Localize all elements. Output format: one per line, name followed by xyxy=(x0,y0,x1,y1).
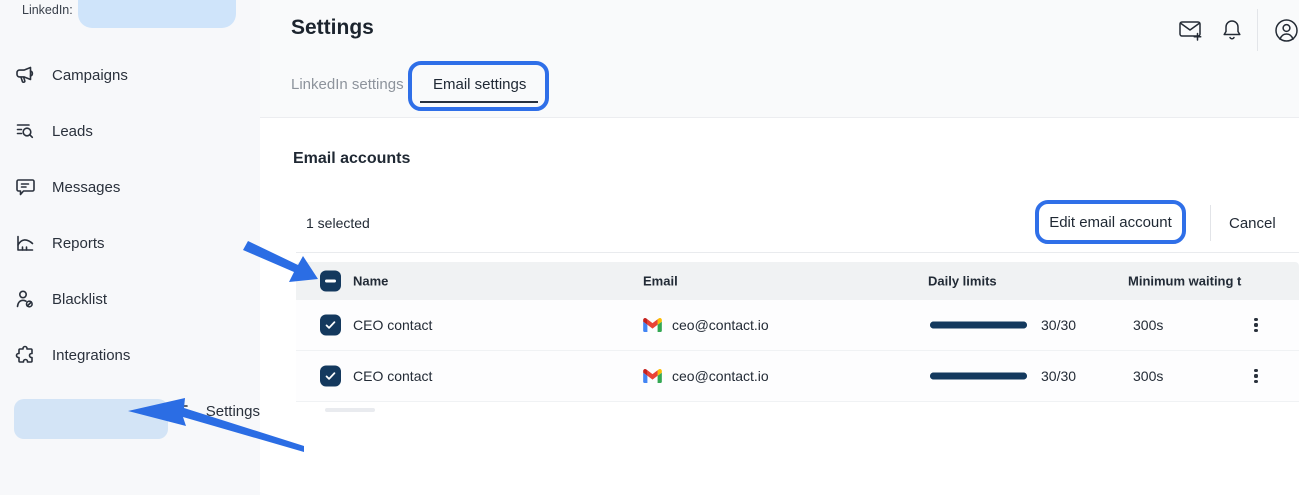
sidebar-item-label: Messages xyxy=(52,179,120,196)
sidebar-item-settings[interactable]: Settings xyxy=(0,383,260,439)
active-tab-underline xyxy=(420,101,538,103)
selected-count: 1 selected xyxy=(306,215,370,231)
column-header-daily-limits[interactable]: Daily limits xyxy=(928,274,997,289)
megaphone-icon xyxy=(14,64,36,86)
sidebar-item-label: Settings xyxy=(206,403,260,420)
column-header-min-waiting[interactable]: Minimum waiting t xyxy=(1128,274,1241,289)
workspace-pill[interactable] xyxy=(78,0,236,28)
daily-limit-value: 30/30 xyxy=(1041,368,1076,384)
sidebar-nav: Campaigns Leads xyxy=(0,47,260,439)
table-row[interactable]: CEO contact ceo@contact.io 30/30 300s xyxy=(296,351,1299,402)
sidebar-item-blacklist[interactable]: Blacklist xyxy=(0,271,260,327)
row-menu-kebab-icon[interactable] xyxy=(1245,365,1267,387)
sidebar-item-label: Leads xyxy=(52,123,93,140)
toolbar-bottom-divider xyxy=(296,252,1299,253)
min-waiting-value: 300s xyxy=(1133,368,1163,384)
linkedin-label: LinkedIn: xyxy=(22,3,73,17)
new-email-icon[interactable] xyxy=(1178,19,1204,43)
column-header-email[interactable]: Email xyxy=(643,274,678,289)
header-divider xyxy=(1257,9,1258,51)
main-header-band xyxy=(260,0,1299,118)
sidebar: LinkedIn: Campaigns xyxy=(0,0,260,495)
edit-email-account-button[interactable]: Edit email account xyxy=(1039,204,1182,240)
search-list-icon xyxy=(14,120,36,142)
progress-fill xyxy=(930,373,1027,380)
chart-icon xyxy=(14,232,36,254)
sidebar-item-messages[interactable]: Messages xyxy=(0,159,260,215)
column-header-name[interactable]: Name xyxy=(353,274,388,289)
sidebar-item-label: Blacklist xyxy=(52,291,107,308)
sidebar-item-label: Integrations xyxy=(52,347,130,364)
sidebar-item-label: Reports xyxy=(52,235,105,252)
account-icon[interactable] xyxy=(1274,18,1299,43)
cancel-button[interactable]: Cancel xyxy=(1229,215,1276,232)
gmail-icon xyxy=(643,318,662,332)
daily-limit-value: 30/30 xyxy=(1041,317,1076,333)
account-name: CEO contact xyxy=(353,368,432,384)
sidebar-item-label: Campaigns xyxy=(52,67,128,84)
row-menu-kebab-icon[interactable] xyxy=(1245,314,1267,336)
sidebar-item-reports[interactable]: Reports xyxy=(0,215,260,271)
account-email: ceo@contact.io xyxy=(672,368,769,384)
section-title: Email accounts xyxy=(293,150,410,168)
check-icon xyxy=(324,319,337,332)
table-header-row: Name Email Daily limits Minimum waiting … xyxy=(296,262,1299,300)
sidebar-item-integrations[interactable]: Integrations xyxy=(0,327,260,383)
daily-limit-progressbar xyxy=(930,373,1027,380)
toolbar-vertical-divider xyxy=(1210,205,1211,241)
account-name: CEO contact xyxy=(353,317,432,333)
gmail-icon xyxy=(643,369,662,383)
tab-linkedin-settings[interactable]: LinkedIn settings xyxy=(291,76,404,93)
email-accounts-table: Name Email Daily limits Minimum waiting … xyxy=(296,262,1299,402)
select-all-checkbox[interactable] xyxy=(320,271,341,292)
app-window: LinkedIn: Campaigns xyxy=(0,0,1299,495)
sidebar-item-campaigns[interactable]: Campaigns xyxy=(0,47,260,103)
table-row[interactable]: CEO contact ceo@contact.io 30/30 300s xyxy=(296,300,1299,351)
page-title: Settings xyxy=(291,16,374,40)
account-email: ceo@contact.io xyxy=(672,317,769,333)
check-icon xyxy=(324,370,337,383)
active-item-highlight xyxy=(14,399,168,439)
indeterminate-mark xyxy=(325,280,336,283)
min-waiting-value: 300s xyxy=(1133,317,1163,333)
progress-fill xyxy=(930,322,1027,329)
row-checkbox[interactable] xyxy=(320,366,341,387)
horizontal-scrollbar-thumb[interactable] xyxy=(325,408,375,412)
sliders-icon xyxy=(168,400,190,422)
row-checkbox[interactable] xyxy=(320,315,341,336)
tab-email-settings[interactable]: Email settings xyxy=(433,76,526,93)
bell-icon[interactable] xyxy=(1220,18,1244,44)
sidebar-item-leads[interactable]: Leads xyxy=(0,103,260,159)
chat-bubble-icon xyxy=(14,176,36,198)
puzzle-icon xyxy=(14,344,36,366)
daily-limit-progressbar xyxy=(930,322,1027,329)
person-block-icon xyxy=(14,288,36,310)
